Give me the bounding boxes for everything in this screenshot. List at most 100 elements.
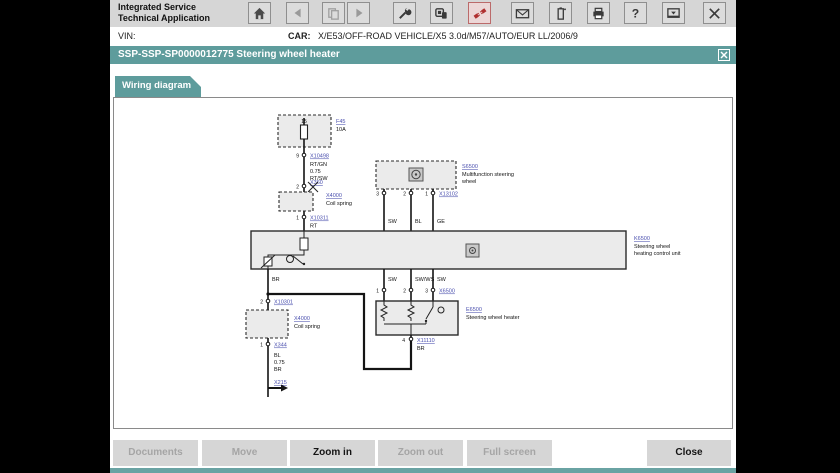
pin-x10498: [301, 152, 307, 158]
zoom-out-button[interactable]: Zoom out: [378, 440, 463, 466]
wire-color-label: BR: [274, 367, 282, 373]
zoom-in-button[interactable]: Zoom in: [290, 440, 375, 466]
close-button[interactable]: Close: [647, 440, 731, 466]
wire-color-label: SW/WS: [415, 277, 435, 283]
pin-number: 9: [296, 154, 299, 160]
close-x-icon: [720, 51, 728, 59]
battery-icon: [557, 6, 566, 20]
forward-button[interactable]: [347, 2, 370, 24]
envelope-icon: [515, 8, 530, 18]
documents-button[interactable]: Documents: [113, 440, 198, 466]
close-x-icon: [709, 7, 720, 19]
wire-color-label: BR: [272, 277, 280, 283]
monitor-device-icon: [435, 7, 447, 19]
wire-gauge-label: 0.75: [310, 169, 321, 175]
x10498-link[interactable]: X10498: [310, 154, 329, 160]
pin-number: 1: [425, 192, 428, 198]
wire-color-label: SW: [388, 219, 398, 225]
tab-wiring-diagram[interactable]: Wiring diagram: [115, 76, 201, 97]
pin-number: 3: [376, 192, 379, 198]
back-arrow-icon: [294, 8, 301, 18]
wiring-diagram[interactable]: 15 F45 10A 9 X10498 RT/GN 0.75 RT/SW 2 X…: [114, 98, 732, 428]
document-title: SSP-SSP-SP0000012775 Steering wheel heat…: [118, 49, 340, 60]
window-bottom-border: [110, 468, 736, 473]
heater-box: [375, 300, 459, 336]
mf-ref-link[interactable]: S6500: [462, 164, 478, 170]
wire-color-label: BR: [417, 346, 425, 352]
pin-number: 1: [376, 289, 379, 295]
toolbar: Integrated Service Technical Application: [110, 0, 736, 28]
print-pages-button[interactable]: [322, 2, 345, 24]
connector-plug-icon: [473, 7, 486, 19]
move-button[interactable]: Move: [202, 440, 287, 466]
document-close-button[interactable]: [718, 49, 730, 61]
x215-link[interactable]: X215: [274, 380, 287, 386]
x13102-link[interactable]: X13102: [439, 192, 458, 198]
wrench-icon: [399, 7, 412, 19]
pin-x10311: [301, 214, 307, 220]
operations-button[interactable]: [393, 2, 416, 24]
forward-arrow-icon: [355, 8, 362, 18]
help-button[interactable]: ?: [624, 2, 647, 24]
wire-color-label: BL: [415, 219, 422, 225]
wire-color-label: SW: [388, 277, 398, 283]
vehicle-management-button[interactable]: [430, 2, 453, 24]
fuse-symbol: [299, 124, 309, 140]
heater-name: Steering wheel heater: [466, 315, 520, 321]
connection-button[interactable]: [468, 2, 491, 24]
coil-spring-box-lower: [245, 309, 289, 339]
pages-icon: [328, 7, 339, 20]
pin-number: 2: [260, 300, 263, 306]
pin-number: 4: [402, 338, 405, 344]
minimize-view-button[interactable]: [662, 2, 685, 24]
x10301-link[interactable]: X10301: [274, 300, 293, 306]
coil-spring-name: Coil spring: [326, 201, 352, 207]
heater-ref-link[interactable]: E6500: [466, 307, 482, 313]
back-button[interactable]: [286, 2, 309, 24]
x11110-link[interactable]: X11110: [417, 338, 435, 344]
wire-color-label: RT: [310, 224, 318, 230]
measurement-button[interactable]: [549, 2, 572, 24]
coil-spring-ref-link[interactable]: X4000: [326, 193, 342, 199]
vehicle-info-row: VIN: CAR: X/E53/OFF-ROAD VEHICLE/X5 3.0d…: [110, 27, 736, 46]
control-unit-ref-link[interactable]: K6500: [634, 236, 650, 242]
x10311-link[interactable]: X10311: [310, 216, 329, 222]
pin-x11110: [408, 336, 414, 342]
pin-x10301: [265, 298, 271, 304]
exit-button[interactable]: [703, 2, 726, 24]
vin-label: VIN:: [118, 31, 136, 41]
x344-link[interactable]: X344: [274, 343, 287, 349]
control-unit-name: Steering wheel: [634, 244, 670, 250]
svg-text:?: ?: [632, 6, 639, 20]
coil-spring-name: Coil spring: [294, 324, 320, 330]
pin-number: 2: [403, 289, 406, 295]
fuse-ref-link[interactable]: F45: [336, 119, 345, 125]
messages-button[interactable]: [511, 2, 534, 24]
printer-icon: [593, 7, 604, 19]
pin-x360: [301, 183, 307, 189]
question-mark-icon: ?: [632, 6, 639, 20]
screen: Integrated Service Technical Application: [0, 0, 840, 473]
pin-number: 3: [425, 289, 428, 295]
coil-spring-ref-link[interactable]: X4000: [294, 316, 310, 322]
wire-color-label: GE: [437, 219, 445, 225]
ista-window: Integrated Service Technical Application: [110, 0, 736, 473]
home-icon: [253, 7, 266, 19]
full-screen-button[interactable]: Full screen: [467, 440, 552, 466]
wire-color-label: BL: [274, 353, 281, 359]
print-button[interactable]: [587, 2, 610, 24]
tab-label: Wiring diagram: [122, 80, 192, 91]
car-value: X/E53/OFF-ROAD VEHICLE/X5 3.0d/M57/AUTO/…: [318, 31, 578, 41]
wire-color-label: RT/GN: [310, 162, 327, 168]
wire-gauge-label: 0.75: [274, 360, 285, 366]
document-title-bar: SSP-SSP-SP0000012775 Steering wheel heat…: [110, 46, 736, 64]
wire-color-label: SW: [437, 277, 447, 283]
home-button[interactable]: [248, 2, 271, 24]
steering-wheel-icon: [408, 167, 424, 182]
x6500-link[interactable]: X6500: [439, 289, 455, 295]
pin-x344: [265, 341, 271, 347]
control-unit-name: heating control unit: [634, 251, 681, 257]
mf-name: wheel: [461, 179, 476, 185]
wiring-diagram-panel: 15 F45 10A 9 X10498 RT/GN 0.75 RT/SW 2 X…: [113, 97, 733, 429]
car-label: CAR:: [288, 31, 311, 41]
